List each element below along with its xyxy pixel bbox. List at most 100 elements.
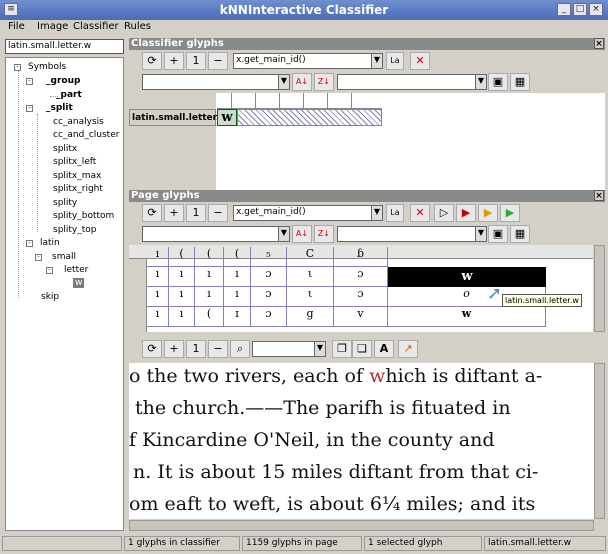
page-sort-combo[interactable]: ▼	[142, 226, 290, 242]
zoom-in-icon[interactable]: +	[164, 204, 184, 222]
delete-icon[interactable]: ✕	[410, 52, 430, 70]
page-glyph-cell[interactable]: ı	[169, 287, 195, 307]
page-panel-close-icon[interactable]: ×	[594, 190, 604, 201]
collapse-letter-icon[interactable]: -	[46, 267, 53, 274]
page-glyph-cell[interactable]: (	[195, 307, 224, 327]
maximize-button[interactable]: □	[573, 3, 587, 16]
page-glyph-cell[interactable]: ı	[147, 267, 169, 287]
tree-letter[interactable]: letter	[64, 265, 88, 275]
paste-icon[interactable]: ❏	[352, 340, 372, 358]
sort-descending-icon[interactable]: Z↓	[314, 225, 334, 243]
page-glyph-cell[interactable]: ı	[169, 307, 195, 327]
menu-classifier[interactable]: Classifier	[73, 21, 119, 32]
window-menu-icon[interactable]: ≡	[4, 3, 18, 16]
page-glyph-cell[interactable]: (	[169, 247, 195, 267]
tree-part[interactable]: _part	[56, 90, 82, 100]
collapse-split-icon[interactable]: -	[26, 105, 33, 112]
tree-split-item[interactable]: splity_top	[53, 225, 97, 235]
page-glyph-cell[interactable]: ı	[147, 287, 169, 307]
tree-split-item[interactable]: splity	[53, 198, 77, 208]
refresh-icon[interactable]: ⟳	[142, 52, 162, 70]
page-glyph-cell[interactable]: ɓ	[334, 247, 388, 267]
highlighted-glyph[interactable]: w	[369, 365, 385, 387]
collapse-latin-icon[interactable]: -	[26, 240, 33, 247]
document-horizontal-scrollbar[interactable]	[129, 520, 594, 531]
delete-icon[interactable]: ✕	[410, 204, 430, 222]
document-vertical-scrollbar[interactable]	[594, 363, 605, 519]
tree-split-item[interactable]: splitx	[53, 144, 77, 154]
refresh-icon[interactable]: ⟳	[142, 340, 162, 358]
page-glyph-cell[interactable]: (	[224, 247, 251, 267]
zoom-reset-icon[interactable]: 1	[186, 340, 206, 358]
sort-combo[interactable]: ▼	[142, 74, 290, 90]
page-glyph-cell[interactable]: (	[195, 247, 224, 267]
tree-split-item[interactable]: splity_bottom	[53, 211, 114, 221]
page-glyph-cell[interactable]: v	[334, 307, 388, 327]
tree-split-item[interactable]: splitx_max	[53, 171, 101, 181]
page-glyph-cell[interactable]: ı	[224, 267, 251, 287]
page-glyph-cell[interactable]: ı	[169, 267, 195, 287]
page-filter-combo[interactable]: ▼	[337, 226, 487, 242]
tree-root[interactable]: Symbols	[28, 62, 66, 72]
tree-latin[interactable]: latin	[40, 238, 60, 248]
tree-group[interactable]: _group	[46, 76, 80, 86]
zoom-in-icon[interactable]: +	[164, 340, 184, 358]
grid-icon[interactable]: ▦	[510, 225, 530, 243]
tree-w-selected[interactable]: w	[73, 278, 85, 288]
zoom-out-icon[interactable]: −	[208, 340, 228, 358]
symbol-tree[interactable]: - Symbols - _group _part - _split cc_ana…	[5, 57, 124, 531]
page-glyph-cell[interactable]: ı	[147, 247, 169, 267]
page-feature-combo[interactable]: x.get_main_id() ▼	[233, 205, 383, 221]
page-glyph-grid[interactable]: ı(((₅ Cɓ ı ı ı ı ɔ ι ɔ ı ı ı ı ɔ ι ɔ ı ı(ɪ ɔ g v o w w ➚ latin…	[129, 245, 593, 332]
sort-descending-icon[interactable]: Z↓	[314, 73, 334, 91]
page-label-button[interactable]: La	[386, 204, 404, 222]
zoom-out-icon[interactable]: −	[208, 204, 228, 222]
play-icon[interactable]: ▷	[434, 204, 454, 222]
play-green-icon[interactable]: ▶	[500, 204, 520, 222]
feature-combo[interactable]: x.get_main_id() ▼	[233, 53, 383, 69]
refresh-icon[interactable]: ⟳	[142, 204, 162, 222]
page-grid-scrollbar[interactable]	[594, 245, 605, 332]
collapse-symbols-icon[interactable]: -	[14, 64, 21, 71]
classifier-glyph-cell[interactable]: w	[217, 109, 237, 126]
zoom-in-icon[interactable]: +	[164, 52, 184, 70]
page-glyph-cell[interactable]: ɔ	[251, 267, 287, 287]
menu-rules[interactable]: Rules	[124, 21, 151, 32]
document-view[interactable]: o the two rivers, each of which is difta…	[129, 363, 594, 519]
copy-icon[interactable]: ❐	[332, 340, 352, 358]
zoom-reset-icon[interactable]: 1	[186, 204, 206, 222]
text-icon[interactable]: A	[374, 340, 394, 358]
zoom-reset-icon[interactable]: 1	[186, 52, 206, 70]
tree-split-item[interactable]: splitx_left	[53, 157, 96, 167]
tree-split-item[interactable]: splitx_right	[53, 184, 103, 194]
page-glyph-cell[interactable]: ι	[287, 267, 334, 287]
page-glyph-cell[interactable]: ɔ	[251, 307, 287, 327]
select-icon[interactable]: ▣	[488, 73, 508, 91]
page-glyph-cell[interactable]: g	[287, 307, 334, 327]
select-icon[interactable]: ▣	[488, 225, 508, 243]
page-glyph-cell[interactable]: ₅	[251, 247, 287, 267]
zoom-fit-icon[interactable]: ⌕	[230, 340, 250, 358]
tree-split-item[interactable]: cc_analysis	[53, 117, 104, 127]
sort-ascending-icon[interactable]: A↓	[292, 73, 312, 91]
grid-icon[interactable]: ▦	[510, 73, 530, 91]
page-glyph-cell[interactable]: ɪ	[224, 307, 251, 327]
selected-glyph-cell[interactable]: w	[388, 267, 546, 287]
classifier-panel-close-icon[interactable]: ×	[594, 38, 604, 49]
page-glyph-cell[interactable]: ɔ	[334, 287, 388, 307]
page-glyph-cell[interactable]: ɔ	[334, 267, 388, 287]
page-glyph-cell[interactable]: ı	[195, 267, 224, 287]
tree-split-item[interactable]: cc_and_cluster	[53, 130, 119, 140]
menu-image[interactable]: Image	[37, 21, 68, 32]
tree-skip[interactable]: skip	[41, 292, 59, 302]
page-glyph-cell[interactable]: w	[388, 307, 546, 327]
filter-combo[interactable]: ▼	[337, 74, 487, 90]
sort-ascending-icon[interactable]: A↓	[292, 225, 312, 243]
document-zoom-combo[interactable]: ▼	[252, 341, 326, 357]
page-glyph-cell[interactable]: ι	[287, 287, 334, 307]
tree-small[interactable]: small	[52, 252, 76, 262]
tree-split[interactable]: _split	[46, 103, 73, 113]
collapse-group-icon[interactable]: -	[26, 78, 33, 85]
label-button[interactable]: La	[386, 52, 404, 70]
page-glyph-cell[interactable]: ı	[224, 287, 251, 307]
